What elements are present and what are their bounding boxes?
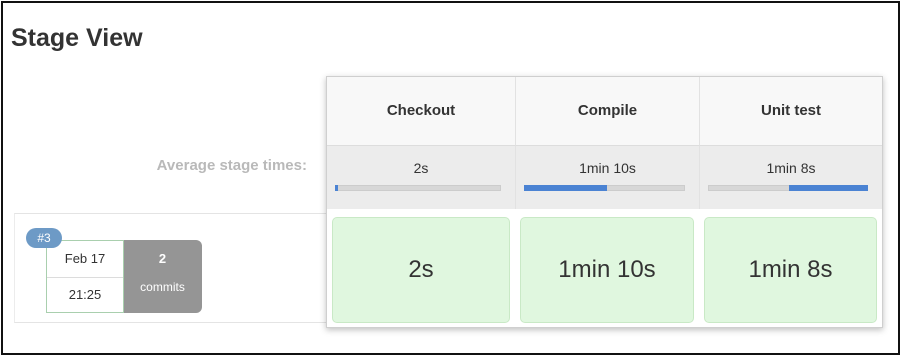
stage-average-time: 1min 8s: [766, 160, 816, 176]
stage-column-compile: Compile 1min 10s 1min 10s: [515, 77, 699, 327]
stage-cell-checkout[interactable]: 2s: [332, 217, 510, 323]
stage-average-progress-bar: [335, 185, 501, 191]
stage-cell-unit-test[interactable]: 1min 8s: [704, 217, 877, 323]
stage-header-unit-test[interactable]: Unit test: [699, 77, 882, 145]
stage-column-checkout: Checkout 2s 2s: [327, 77, 515, 327]
commits-count: 2: [158, 251, 167, 266]
stage-cell-compile[interactable]: 1min 10s: [520, 217, 694, 323]
stage-average-unit-test: 1min 8s: [699, 145, 882, 209]
progress-fill: [524, 185, 607, 191]
stage-average-checkout: 2s: [327, 145, 515, 209]
stage-table: Checkout 2s 2s Compile 1min 10s 1min 10s…: [326, 76, 883, 328]
stage-average-time: 1min 10s: [579, 160, 636, 176]
build-number-badge[interactable]: #3: [26, 228, 62, 248]
changes-commits-button[interactable]: 2 commits: [123, 240, 202, 313]
stage-average-time: 2s: [413, 160, 429, 176]
date-divider: [47, 277, 123, 278]
progress-fill: [789, 185, 868, 191]
average-stage-times-label: Average stage times:: [156, 157, 307, 174]
build-date: Feb 17: [64, 251, 106, 266]
page-title: Stage View: [11, 24, 143, 52]
stage-header-compile[interactable]: Compile: [515, 77, 699, 145]
progress-fill: [335, 185, 339, 191]
stage-average-compile: 1min 10s: [515, 145, 699, 209]
build-date-box: Feb 17 21:25: [46, 240, 124, 313]
stage-average-progress-bar: [708, 185, 868, 191]
stage-header-checkout[interactable]: Checkout: [327, 77, 515, 145]
stage-average-progress-bar: [524, 185, 685, 191]
build-time: 21:25: [68, 287, 102, 302]
commits-label: commits: [140, 280, 185, 294]
stage-column-unit-test: Unit test 1min 8s 1min 8s: [699, 77, 882, 327]
